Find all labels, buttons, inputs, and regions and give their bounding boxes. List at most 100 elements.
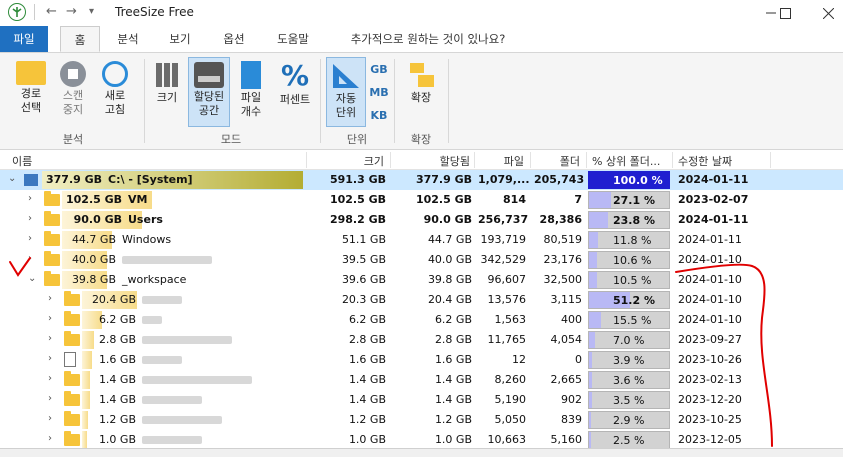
collapse-chevron-icon[interactable]: ⌄: [28, 273, 36, 284]
refresh-button[interactable]: 새로 고침: [96, 61, 134, 117]
ribbon-separator: [448, 59, 449, 143]
unit-kb-button[interactable]: KB: [369, 109, 389, 123]
tab-view[interactable]: 보기: [158, 26, 202, 52]
unit-mb-button[interactable]: MB: [369, 86, 389, 100]
size-mode-button[interactable]: 크기: [150, 61, 184, 105]
row-files: 12: [512, 353, 526, 366]
file-icon: [64, 352, 76, 367]
col-files[interactable]: 파일: [478, 153, 524, 169]
allocated-space-button[interactable]: 할당된 공간: [188, 57, 230, 127]
file-stack-icon: [241, 61, 261, 89]
refresh-label: 새로 고침: [104, 89, 126, 116]
percent-bar: 11.8 %: [588, 231, 670, 249]
allocated-space-label: 할당된 공간: [193, 90, 225, 117]
tree-row[interactable]: ⌄ 39.8 GB _workspace 39.6 GB 39.8 GB 96,607 32…: [0, 270, 843, 290]
tree-row[interactable]: › 1.4 GB 1.4 GB 1.4 GB 5,190 902 3.5 % 2023-12-…: [0, 390, 843, 410]
expand-chevron-icon[interactable]: ›: [48, 413, 52, 424]
col-folders[interactable]: 폴더: [534, 153, 580, 169]
expand-chevron-icon[interactable]: ›: [28, 193, 32, 204]
auto-unit-button[interactable]: 자동 단위: [326, 57, 366, 127]
stop-scan-label: 스캔 중지: [62, 89, 84, 116]
expand-chevron-icon[interactable]: ›: [48, 333, 52, 344]
percent-bar-fill: [589, 212, 609, 228]
tree-list[interactable]: ⌄ 377.9 GB C:\ - [System] 591.3 GB 377.9 GB 1…: [0, 170, 843, 448]
quick-access-dropdown-icon[interactable]: ▾: [89, 6, 94, 17]
row-modified-date: 2024-01-11: [678, 173, 749, 186]
row-allocated: 1.4 GB: [434, 373, 472, 386]
expand-chevron-icon[interactable]: ›: [48, 373, 52, 384]
tree-row[interactable]: › 2.8 GB 2.8 GB 2.8 GB 11,765 4,054 7.0 % 2023-…: [0, 330, 843, 350]
expand-chevron-icon[interactable]: ›: [48, 433, 52, 444]
tab-home[interactable]: 홈: [60, 26, 100, 52]
ribbon-separator: [320, 59, 321, 143]
row-modified-date: 2024-01-10: [678, 273, 742, 286]
tree-row-root[interactable]: ⌄ 377.9 GB C:\ - [System] 591.3 GB 377.9 GB 1…: [0, 170, 843, 190]
expand-chevron-icon[interactable]: ›: [28, 253, 32, 264]
col-name[interactable]: 이름: [12, 153, 32, 169]
tree-row[interactable]: › 20.4 GB 20.3 GB 20.4 GB 13,576 3,115 51.2 % 2…: [0, 290, 843, 310]
row-modified-date: 2024-01-10: [678, 313, 742, 326]
folder-icon: [64, 331, 80, 346]
row-folders: 3,115: [550, 293, 583, 306]
maximize-button[interactable]: [765, 2, 805, 24]
row-folders: 902: [561, 393, 582, 406]
collapse-chevron-icon[interactable]: ⌄: [8, 173, 16, 184]
tree-row[interactable]: › 102.5 GB VM 102.5 GB 102.5 GB 814 7 27.1 % 202…: [0, 190, 843, 210]
expand-button[interactable]: 확장: [400, 61, 442, 105]
expand-chevron-icon[interactable]: ›: [28, 233, 32, 244]
tree-row[interactable]: › 1.0 GB 1.0 GB 1.0 GB 10,663 5,160 2.5 % 2023-…: [0, 430, 843, 448]
tree-row[interactable]: › 1.6 GB 1.6 GB 1.6 GB 12 0 3.9 % 2023-10-26: [0, 350, 843, 370]
col-percent-parent[interactable]: % 상위 폴더...: [592, 153, 660, 169]
tree-row[interactable]: › 6.2 GB 6.2 GB 6.2 GB 1,563 400 15.5 % 2024-01…: [0, 310, 843, 330]
percent-bar: 27.1 %: [588, 191, 670, 209]
row-allocated: 44.7 GB: [427, 233, 472, 246]
column-divider: [306, 152, 307, 168]
col-modified-date[interactable]: 수정한 날짜: [678, 153, 732, 169]
folder-icon: [64, 391, 80, 406]
title-bar: ← → ▾ TreeSize Free: [0, 0, 843, 26]
file-count-button[interactable]: 파일 개수: [234, 61, 268, 119]
folder-icon: [44, 191, 60, 206]
ribbon-separator: [394, 59, 395, 143]
percent-label: 퍼센트: [279, 93, 311, 106]
row-files: 1,079,...: [478, 173, 530, 186]
expand-chevron-icon[interactable]: ›: [28, 213, 32, 224]
tell-me-search[interactable]: 추가적으로 원하는 것이 있나요?: [332, 26, 524, 52]
back-arrow-icon[interactable]: ←: [46, 4, 57, 19]
close-button[interactable]: [808, 2, 843, 24]
tree-row[interactable]: › 1.4 GB 1.4 GB 1.4 GB 8,260 2,665 3.6 % 2023-0…: [0, 370, 843, 390]
expand-chevron-icon[interactable]: ›: [48, 313, 52, 324]
group-analysis-label: 분석: [62, 133, 84, 146]
forward-arrow-icon[interactable]: →: [66, 4, 77, 19]
auto-unit-label: 자동 단위: [335, 92, 357, 119]
folder-icon: [16, 61, 46, 85]
expand-chevron-icon[interactable]: ›: [48, 293, 52, 304]
row-modified-date: 2023-10-26: [678, 353, 742, 366]
tree-row[interactable]: › 40.0 GB 39.5 GB 40.0 GB 342,529 23,176 10.6 …: [0, 250, 843, 270]
expand-chevron-icon[interactable]: ›: [48, 353, 52, 364]
select-path-button[interactable]: 경로 선택: [10, 61, 52, 115]
tab-help[interactable]: 도움말: [266, 26, 320, 52]
col-allocated[interactable]: 할당됨: [394, 153, 470, 169]
row-name: C:\ - [System]: [108, 173, 193, 186]
col-size[interactable]: 크기: [310, 153, 384, 169]
tab-options[interactable]: 옵션: [212, 26, 256, 52]
tree-row[interactable]: › 1.2 GB 1.2 GB 1.2 GB 5,050 839 2.9 % 2023-10-…: [0, 410, 843, 430]
ribbon: 경로 선택 스캔 중지 새로 고침 분석 크기 할당된 공간 파일 개수 % 퍼…: [0, 52, 843, 150]
size-mode-label: 크기: [156, 91, 178, 104]
tab-file[interactable]: 파일: [0, 26, 48, 52]
tree-row[interactable]: › 90.0 GB Users 298.2 GB 90.0 GB 256,737 28,38…: [0, 210, 843, 230]
expand-chevron-icon[interactable]: ›: [48, 393, 52, 404]
percent-button[interactable]: % 퍼센트: [274, 61, 316, 107]
row-modified-date: 2024-01-11: [678, 233, 742, 246]
stop-scan-button[interactable]: 스캔 중지: [54, 61, 92, 117]
bars-icon: [154, 61, 180, 89]
row-files: 342,529: [480, 253, 527, 266]
row-modified-date: 2023-10-25: [678, 413, 742, 426]
row-folders: 80,519: [543, 233, 583, 246]
group-expand-label: 확장: [410, 133, 432, 146]
unit-gb-button[interactable]: GB: [369, 63, 389, 77]
tree-row[interactable]: › 44.7 GB Windows 51.1 GB 44.7 GB 193,719 80,5…: [0, 230, 843, 250]
row-name: _workspace: [122, 273, 187, 286]
tab-analysis[interactable]: 분석: [108, 26, 148, 52]
